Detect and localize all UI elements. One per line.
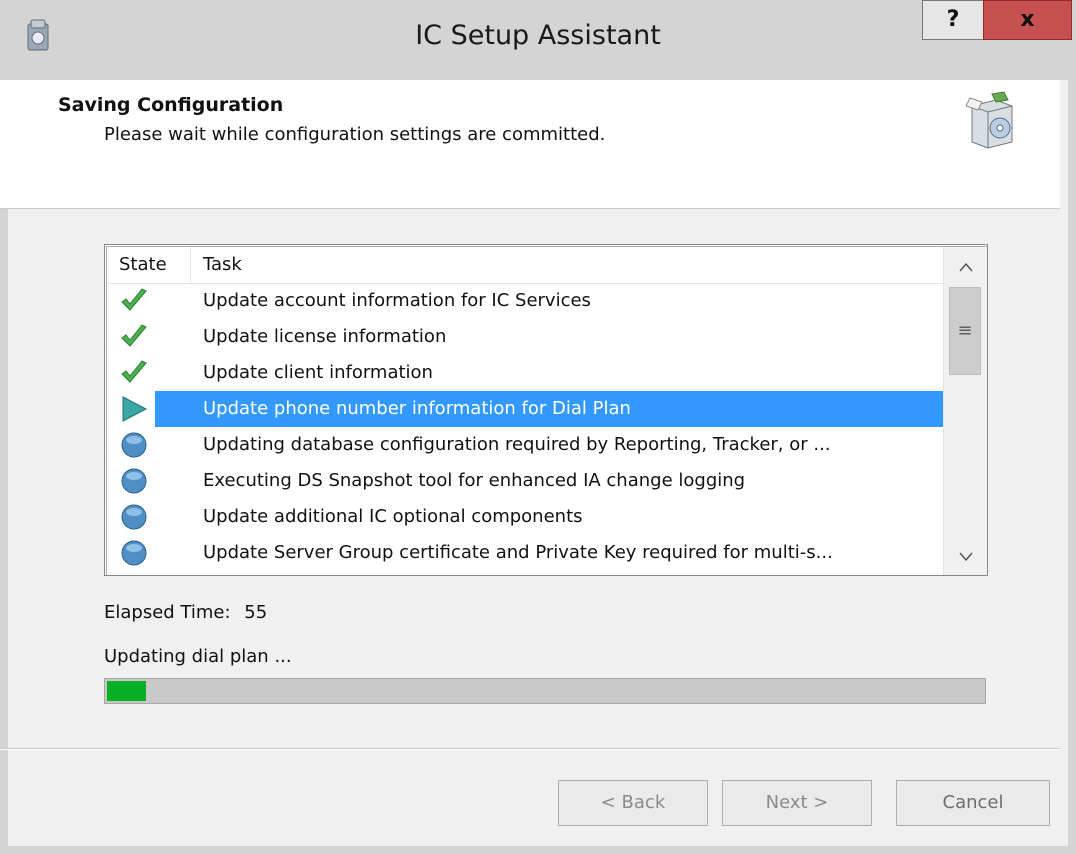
task-label: Update Server Group certificate and Priv… — [203, 542, 833, 563]
selection-highlight — [155, 391, 191, 427]
task-label: Update account information for IC Servic… — [203, 290, 591, 311]
back-button-label: < Back — [600, 792, 666, 813]
task-row[interactable]: Update additional IC optional components — [107, 499, 943, 535]
setup-box-icon — [965, 91, 1013, 149]
task-row[interactable]: Update client information — [107, 355, 943, 391]
pending-circle-icon — [119, 539, 149, 567]
title-bar: IC Setup Assistant ? x — [0, 0, 1076, 80]
task-list-header: State Task — [107, 247, 943, 284]
check-icon — [119, 359, 149, 387]
elapsed-time-label: Elapsed Time: — [104, 602, 231, 623]
footer-divider — [0, 748, 1060, 750]
task-list[interactable]: State Task Update account information fo… — [104, 244, 988, 576]
page-title: Saving Configuration — [58, 94, 284, 116]
task-state-cell — [107, 499, 155, 535]
window-title: IC Setup Assistant — [415, 20, 661, 51]
progress-bar — [104, 678, 986, 704]
task-state-cell — [107, 355, 155, 391]
scroll-up-arrow-icon[interactable] — [944, 249, 987, 283]
task-row[interactable]: Executing DS Snapshot tool for enhanced … — [107, 463, 943, 499]
cancel-button[interactable]: Cancel — [896, 780, 1050, 826]
task-label: Update additional IC optional components — [203, 506, 583, 527]
pending-circle-icon — [119, 467, 149, 495]
back-button[interactable]: < Back — [558, 780, 708, 826]
task-rows: Update account information for IC Servic… — [107, 283, 943, 571]
task-state-cell — [107, 463, 155, 499]
task-state-cell — [107, 283, 155, 319]
play-arrow-icon — [119, 395, 149, 423]
progress-bar-fill — [107, 681, 146, 701]
next-button-label: Next > — [765, 792, 829, 813]
task-state-cell — [107, 319, 155, 355]
task-row[interactable]: Update license information — [107, 319, 943, 355]
task-state-cell — [107, 427, 155, 463]
task-label: Updating database configuration required… — [203, 434, 831, 455]
pending-circle-icon — [119, 431, 149, 459]
task-label: Executing DS Snapshot tool for enhanced … — [203, 470, 746, 491]
next-button[interactable]: Next > — [722, 780, 872, 826]
task-label: Update phone number information for Dial… — [191, 391, 943, 427]
page-subtitle: Please wait while configuration settings… — [104, 124, 606, 145]
scroll-down-arrow-icon[interactable] — [944, 539, 987, 573]
status-message: Updating dial plan ... — [104, 646, 292, 667]
task-row[interactable]: Update account information for IC Servic… — [107, 283, 943, 319]
elapsed-time: Elapsed Time: 55 — [104, 602, 267, 623]
check-icon — [119, 287, 149, 315]
elapsed-time-value: 55 — [244, 602, 268, 623]
task-label: Update client information — [203, 362, 433, 383]
vertical-scrollbar[interactable]: ≡ — [943, 247, 987, 575]
scroll-thumb[interactable]: ≡ — [949, 287, 981, 375]
task-state-cell — [107, 535, 155, 571]
cancel-button-label: Cancel — [942, 792, 1004, 813]
task-label: Update license information — [203, 326, 447, 347]
check-icon — [119, 323, 149, 351]
column-header-task[interactable]: Task — [191, 247, 943, 283]
task-row[interactable]: Updating database configuration required… — [107, 427, 943, 463]
task-row[interactable]: Update Server Group certificate and Priv… — [107, 535, 943, 571]
task-list-frame: State Task Update account information fo… — [106, 246, 987, 575]
column-header-state[interactable]: State — [107, 247, 191, 283]
close-button[interactable]: x — [983, 0, 1072, 40]
task-state-cell — [107, 391, 155, 427]
pending-circle-icon — [119, 503, 149, 531]
wizard-header: Saving Configuration Please wait while c… — [0, 80, 1060, 209]
task-row[interactable]: Update phone number information for Dial… — [107, 391, 943, 427]
help-button[interactable]: ? — [922, 0, 984, 40]
